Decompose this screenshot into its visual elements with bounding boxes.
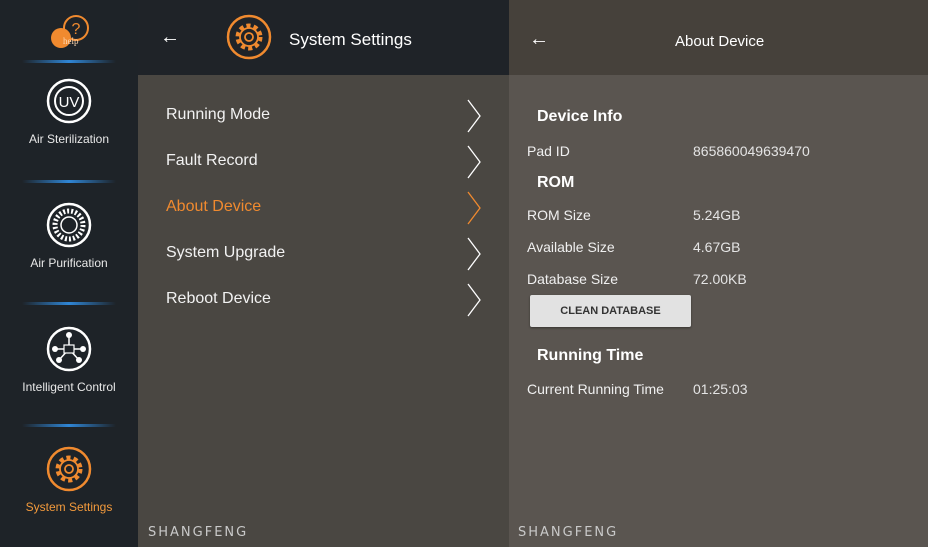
gear-icon (46, 446, 92, 492)
nav-air-sterilization[interactable]: UV Air Sterilization (0, 78, 138, 146)
about-device-header: ← About Device (509, 0, 928, 75)
brand-logo: SHANGFENG (518, 525, 619, 540)
chevron-right-icon (467, 99, 481, 133)
network-icon (46, 326, 92, 372)
brand-logo: SHANGFENG (148, 525, 249, 540)
nav-air-purification[interactable]: Air Purification (0, 202, 138, 270)
settings-menu: Running Mode Fault Record About Device S… (138, 93, 509, 323)
help-button[interactable]: ? help (44, 14, 94, 50)
pad-id-value: 865860049639470 (693, 143, 810, 159)
rom-size-label: ROM Size (527, 207, 591, 223)
gear-icon (226, 14, 272, 60)
back-arrow-icon[interactable]: ← (529, 28, 549, 51)
menu-item-label: Reboot Device (166, 290, 271, 307)
chevron-right-icon (467, 191, 481, 225)
chevron-right-icon (467, 145, 481, 179)
page-title: System Settings (289, 30, 412, 49)
rom-size-value: 5.24GB (693, 207, 741, 223)
nav-label: Air Sterilization (28, 132, 110, 146)
separator (22, 424, 116, 427)
nav-intelligent-control[interactable]: Intelligent Control (0, 326, 138, 394)
menu-item-running-mode[interactable]: Running Mode (138, 93, 509, 139)
nav-label: Air Purification (30, 256, 108, 270)
nav-system-settings[interactable]: System Settings (0, 446, 138, 514)
panel-title: About Device (675, 33, 765, 50)
menu-item-label: Fault Record (166, 152, 258, 169)
nav-label: Intelligent Control (22, 380, 116, 394)
side-rail: ? help UV Air Sterilization Air Purifica… (0, 0, 138, 547)
svg-text:UV: UV (59, 94, 80, 111)
device-info-heading: Device Info (537, 108, 623, 125)
current-running-time-label: Current Running Time (527, 381, 664, 397)
separator (22, 302, 116, 305)
available-size-label: Available Size (527, 239, 615, 255)
help-label: help (63, 36, 79, 46)
back-arrow-icon[interactable]: ← (160, 26, 180, 49)
menu-item-fault-record[interactable]: Fault Record (138, 139, 509, 185)
running-time-heading: Running Time (537, 347, 644, 364)
menu-item-label: Running Mode (166, 106, 271, 123)
menu-item-label: System Upgrade (166, 244, 286, 261)
menu-item-about-device[interactable]: About Device (138, 185, 509, 231)
fan-icon (46, 202, 92, 248)
menu-item-system-upgrade[interactable]: System Upgrade (138, 231, 509, 277)
chevron-right-icon (467, 237, 481, 271)
nav-label: System Settings (25, 500, 113, 514)
menu-item-reboot-device[interactable]: Reboot Device (138, 277, 509, 323)
uv-icon: UV (46, 78, 92, 124)
settings-menu-panel: ← System Settings Running Mode Fault Rec… (138, 0, 509, 547)
separator (22, 60, 116, 63)
settings-header: ← System Settings (138, 0, 509, 75)
separator (22, 180, 116, 183)
database-size-value: 72.00KB (693, 271, 747, 287)
menu-item-label: About Device (166, 198, 262, 215)
about-device-panel: ← About Device Device Info Pad ID 865860… (509, 0, 928, 547)
pad-id-label: Pad ID (527, 143, 570, 159)
database-size-label: Database Size (527, 271, 619, 287)
available-size-value: 4.67GB (693, 239, 741, 255)
current-running-time-value: 01:25:03 (693, 381, 748, 397)
rom-heading: ROM (537, 174, 575, 191)
chevron-right-icon (467, 283, 481, 317)
clean-database-button[interactable]: CLEAN DATABASE (530, 295, 691, 327)
